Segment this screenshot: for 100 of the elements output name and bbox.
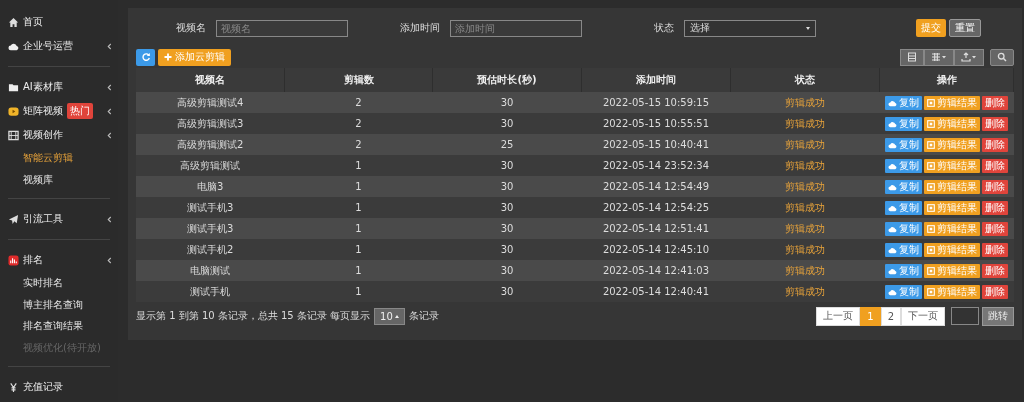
refresh-button[interactable]	[136, 48, 155, 66]
status-text: 剪辑成功	[730, 197, 880, 218]
filter-field[interactable]: 添加时间	[450, 19, 582, 37]
table-cell: 2022-05-14 12:45:10	[581, 239, 731, 260]
table-cell: 2022-05-15 10:59:15	[581, 92, 731, 113]
filter-button[interactable]: 重置	[949, 19, 981, 37]
delete-button[interactable]: 删除	[982, 116, 1008, 131]
result-button[interactable]: 剪辑结果	[924, 242, 980, 257]
page-size-select[interactable]: 10	[374, 307, 405, 325]
column-header[interactable]: 添加时间	[581, 68, 731, 92]
column-header[interactable]: 预估时长(秒)	[432, 68, 582, 92]
filter-field[interactable]: 视频名	[216, 19, 348, 37]
export-button[interactable]	[954, 48, 984, 66]
table-cell: 1	[284, 281, 433, 302]
nav-label: 矩阵视频	[23, 104, 63, 118]
delete-button[interactable]: 删除	[982, 158, 1008, 173]
copy-button[interactable]: 复制	[885, 242, 922, 257]
table-cell: 2022-05-14 12:54:49	[581, 176, 731, 197]
copy-button[interactable]: 复制	[885, 200, 922, 215]
result-button[interactable]: 剪辑结果	[924, 158, 980, 173]
delete-button[interactable]: 删除	[982, 221, 1008, 236]
next-page-button[interactable]: 下一页	[901, 306, 945, 326]
nav-item[interactable]: 充值记录	[0, 375, 118, 399]
status-text: 剪辑成功	[730, 260, 880, 281]
chevron-icon	[107, 107, 112, 115]
filter-label: 添加时间	[399, 21, 440, 35]
copy-button[interactable]: 复制	[885, 284, 922, 299]
submenu-item[interactable]: 视频库	[0, 168, 118, 190]
table-cell: 30	[432, 197, 582, 218]
delete-button[interactable]: 删除	[982, 200, 1008, 215]
delete-button[interactable]: 删除	[982, 179, 1008, 194]
result-button[interactable]: 剪辑结果	[924, 95, 980, 110]
submenu-item[interactable]: 实时排名	[0, 272, 118, 294]
submenu-item[interactable]: 排名查询结果	[0, 315, 118, 337]
nav-label: AI素材库	[23, 80, 63, 94]
table-cell: 30	[432, 281, 582, 302]
page-button[interactable]: 2	[880, 306, 901, 326]
column-header[interactable]: 状态	[730, 68, 880, 92]
grid-icon	[931, 52, 947, 62]
chevron-icon	[107, 83, 112, 91]
result-button[interactable]: 剪辑结果	[924, 179, 980, 194]
result-button[interactable]: 剪辑结果	[924, 221, 980, 236]
copy-button[interactable]: 复制	[885, 221, 922, 236]
column-header[interactable]: 剪辑数	[284, 68, 433, 92]
delete-button[interactable]: 删除	[982, 263, 1008, 278]
result-button[interactable]: 剪辑结果	[924, 137, 980, 152]
column-header[interactable]: 操作	[879, 68, 1014, 92]
play-icon	[8, 105, 19, 117]
folder-icon	[8, 81, 19, 93]
table-cell: 30	[432, 155, 582, 176]
cloud-icon	[888, 182, 897, 191]
column-header[interactable]: 视频名	[136, 68, 285, 92]
submenu-item[interactable]: 智能云剪辑	[0, 147, 118, 169]
square-icon	[927, 182, 935, 191]
columns-button[interactable]	[924, 48, 954, 66]
status-select[interactable]: 选择	[684, 19, 816, 37]
copy-button[interactable]: 复制	[885, 179, 922, 194]
filter-button[interactable]: 提交	[916, 19, 946, 37]
nav-label: 引流工具	[23, 212, 63, 226]
nav-item[interactable]: 企业号运营	[0, 34, 118, 58]
delete-button[interactable]: 删除	[982, 284, 1008, 299]
search-button[interactable]	[990, 48, 1014, 66]
copy-button[interactable]: 复制	[885, 263, 922, 278]
cloud-icon	[888, 203, 897, 212]
square-icon	[927, 203, 935, 212]
square-icon	[927, 119, 935, 128]
nav-item[interactable]: 视频创作	[0, 123, 118, 147]
nav-item[interactable]: 排名	[0, 248, 118, 272]
table-cell: 30	[432, 113, 582, 134]
jump-button[interactable]: 跳转	[982, 306, 1014, 326]
copy-button[interactable]: 复制	[885, 158, 922, 173]
delete-button[interactable]: 删除	[982, 242, 1008, 257]
cloud-icon	[888, 140, 897, 149]
delete-button[interactable]: 删除	[982, 137, 1008, 152]
copy-button[interactable]: 复制	[885, 116, 922, 131]
table-cell: 2022-05-14 12:40:41	[581, 281, 731, 302]
nav-item[interactable]: 引流工具	[0, 207, 118, 231]
table-cell: 高级剪辑测试4	[136, 92, 285, 113]
submenu-item[interactable]: 博主排名查询	[0, 293, 118, 315]
copy-button[interactable]: 复制	[885, 95, 922, 110]
page-button[interactable]: 1	[860, 306, 881, 326]
result-button[interactable]: 剪辑结果	[924, 284, 980, 299]
table-cell: 2	[284, 113, 433, 134]
page-number-field[interactable]	[951, 307, 979, 325]
copy-button[interactable]: 复制	[885, 137, 922, 152]
nav-item[interactable]: 首页	[0, 10, 118, 34]
nav-item[interactable]: 矩阵视频 热门	[0, 99, 118, 123]
result-button[interactable]: 剪辑结果	[924, 116, 980, 131]
nav-item[interactable]: AI素材库	[0, 75, 118, 99]
table-cell: 30	[432, 92, 582, 113]
table-view-button[interactable]	[900, 48, 924, 66]
result-button[interactable]: 剪辑结果	[924, 263, 980, 278]
prev-page-button[interactable]: 上一页	[816, 306, 861, 326]
export-icon	[961, 52, 977, 62]
square-icon	[927, 98, 935, 107]
result-button[interactable]: 剪辑结果	[924, 200, 980, 215]
plane-icon	[8, 213, 19, 225]
add-button[interactable]: 添加云剪辑	[158, 48, 231, 66]
table-cell: 2022-05-14 12:41:03	[581, 260, 731, 281]
delete-button[interactable]: 删除	[982, 95, 1008, 110]
